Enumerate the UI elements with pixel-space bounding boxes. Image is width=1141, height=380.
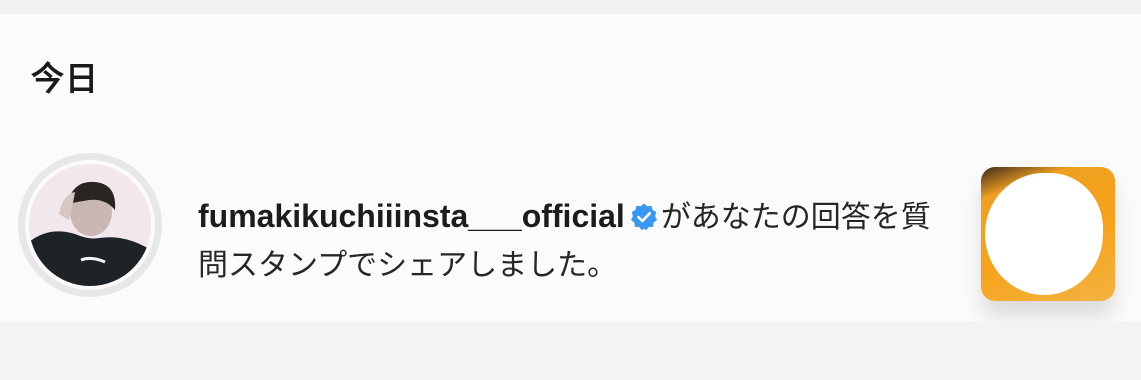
verified-badge-icon: [629, 199, 659, 231]
profile-photo-icon: [29, 164, 151, 286]
thumbnail-image: [985, 173, 1103, 295]
story-thumbnail[interactable]: [981, 167, 1115, 301]
bottom-divider: [0, 322, 1141, 380]
notification-row[interactable]: fumakikuchiiinsta___official があなたの回答を質問ス…: [0, 140, 1141, 320]
top-divider: [0, 0, 1141, 14]
username-link[interactable]: fumakikuchiiinsta___official: [198, 198, 625, 234]
avatar[interactable]: [18, 153, 162, 297]
section-header-today: 今日: [31, 59, 99, 98]
notification-text: fumakikuchiiinsta___official があなたの回答を質問ス…: [198, 192, 958, 290]
avatar-ring-inner: [25, 160, 155, 290]
